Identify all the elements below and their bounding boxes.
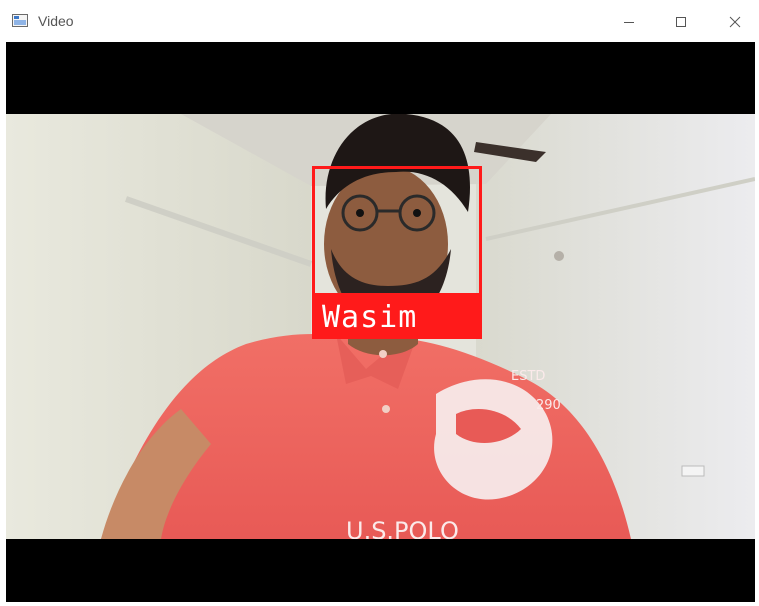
window-app-icon — [12, 14, 28, 27]
video-display: ESTD 290 U.S.POLO Wasim — [6, 42, 755, 602]
face-name-text: Wasim — [322, 300, 418, 335]
video-window: Video ESTD 290 U.S.POLO Wasim — [0, 0, 759, 606]
minimize-button[interactable] — [606, 6, 652, 38]
svg-text:290: 290 — [536, 398, 561, 413]
svg-text:U.S.POLO: U.S.POLO — [346, 517, 459, 539]
svg-text:ESTD: ESTD — [511, 369, 545, 384]
maximize-icon — [676, 17, 686, 27]
minimize-icon — [624, 22, 634, 23]
window-title: Video — [38, 13, 74, 29]
camera-frame: ESTD 290 U.S.POLO Wasim — [6, 114, 755, 539]
face-detection-box — [312, 166, 482, 296]
close-icon — [729, 16, 741, 28]
close-button[interactable] — [712, 6, 758, 38]
maximize-button[interactable] — [658, 6, 704, 38]
face-name-label: Wasim — [312, 296, 482, 339]
titlebar[interactable]: Video — [0, 0, 759, 42]
